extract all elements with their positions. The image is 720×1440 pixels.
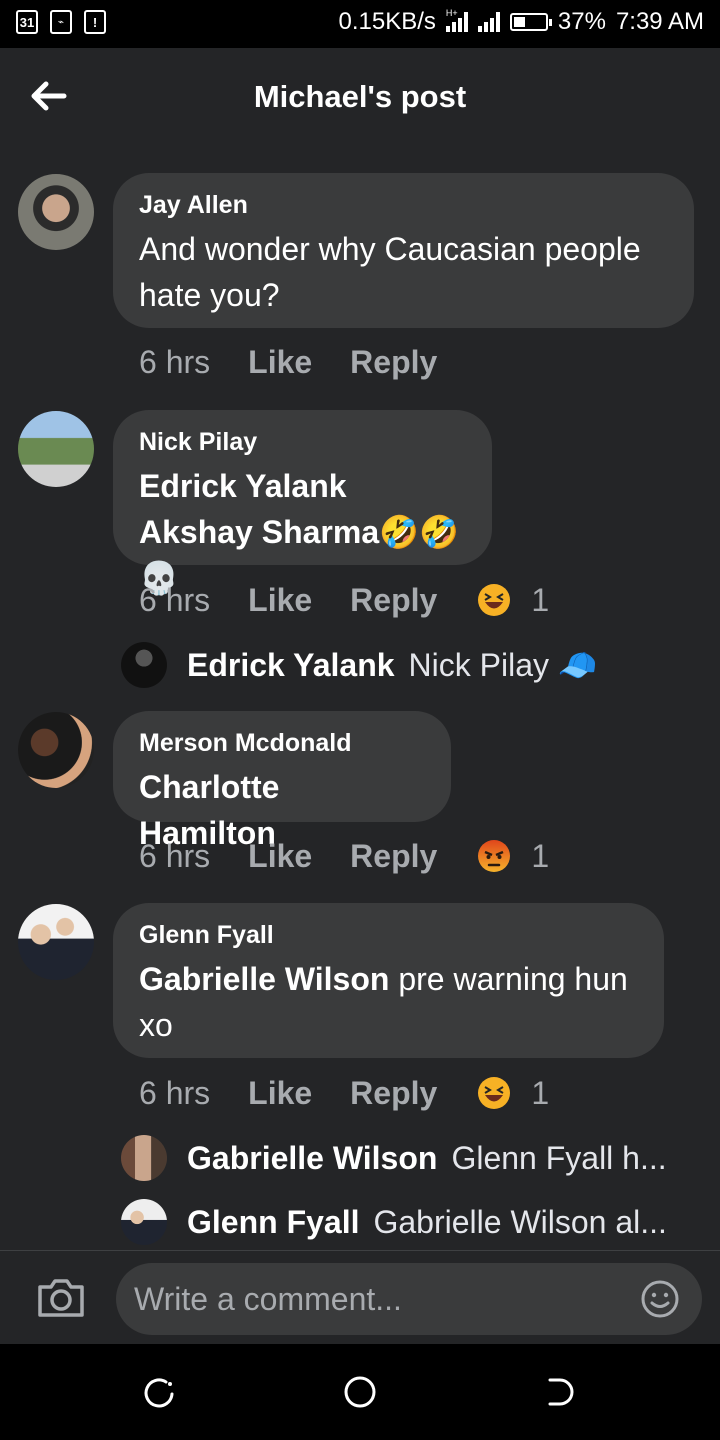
comment-actions: 6 hrs Like Reply 1 xyxy=(139,581,549,619)
comment-author[interactable]: Nick Pilay xyxy=(139,428,466,457)
comment-text: Gabrielle Wilson pre warning hun xo xyxy=(139,956,638,1048)
status-bar: 31 ⌁ ! 0.15KB/s H+ 37% 7:39 AM xyxy=(0,0,720,48)
reply-button[interactable]: Reply xyxy=(350,582,437,619)
comment-text: And wonder why Caucasian people hate you… xyxy=(139,231,641,313)
mention-link[interactable]: Edrick Yalank Akshay Sharma xyxy=(139,468,379,550)
reply-button[interactable]: Reply xyxy=(350,838,437,875)
reply-preview[interactable]: Gabrielle Wilson Glenn Fyall h... xyxy=(121,1135,667,1181)
camera-icon[interactable] xyxy=(36,1277,86,1319)
reply-preview[interactable]: Edrick Yalank Nick Pilay 🧢 xyxy=(121,642,598,688)
clock: 7:39 AM xyxy=(615,8,704,35)
avatar xyxy=(121,642,167,688)
comment-time: 6 hrs xyxy=(139,344,211,380)
signal-icon xyxy=(477,12,500,32)
angry-face-icon[interactable] xyxy=(475,837,513,875)
reply-author[interactable]: Gabrielle Wilson xyxy=(187,1140,437,1177)
comment-bubble[interactable]: Merson Mcdonald Charlotte Hamilton xyxy=(113,711,451,851)
back-nav-icon[interactable] xyxy=(542,1374,578,1410)
calendar-icon: 31 xyxy=(16,10,38,34)
reply-text: Gabrielle Wilson al... xyxy=(373,1203,667,1240)
comment-time: 6 hrs xyxy=(139,837,211,874)
avatar[interactable] xyxy=(18,411,94,487)
cast-icon: ⌁ xyxy=(50,10,72,34)
battery-percent: 37% xyxy=(557,8,606,35)
avatar xyxy=(121,1135,167,1181)
battery-icon xyxy=(509,13,552,31)
recents-icon[interactable] xyxy=(142,1374,178,1410)
like-button[interactable]: Like xyxy=(248,582,312,619)
home-icon[interactable] xyxy=(342,1374,378,1410)
avatar[interactable] xyxy=(18,712,94,788)
network-type: H+ xyxy=(445,8,458,18)
reply-button[interactable]: Reply xyxy=(350,1075,437,1112)
like-button[interactable]: Like xyxy=(248,838,312,875)
comment-placeholder: Write a comment... xyxy=(134,1280,402,1317)
comment-actions: 6 hrs Like Reply xyxy=(139,344,475,381)
alert-icon: ! xyxy=(84,10,106,34)
emoji-icon[interactable] xyxy=(640,1279,680,1319)
avatar xyxy=(121,1199,167,1245)
reaction-count: 1 xyxy=(531,1074,550,1111)
comment-author[interactable]: Jay Allen xyxy=(139,191,668,220)
reply-preview[interactable]: Glenn Fyall Gabrielle Wilson al... xyxy=(121,1199,667,1245)
mobile-data-icon: H+ xyxy=(445,8,468,32)
comment-actions: 6 hrs Like Reply 1 xyxy=(139,1074,549,1112)
mention-link[interactable]: Gabrielle Wilson xyxy=(139,961,389,997)
comment-actions: 6 hrs Like Reply 1 xyxy=(139,837,549,875)
net-speed: 0.15KB/s xyxy=(338,8,436,35)
like-button[interactable]: Like xyxy=(248,344,312,381)
system-nav-bar xyxy=(0,1344,720,1440)
reaction-count: 1 xyxy=(531,581,550,618)
comment-bubble[interactable]: Jay Allen And wonder why Caucasian peopl… xyxy=(113,173,694,328)
like-button[interactable]: Like xyxy=(248,1075,312,1112)
laughing-face-icon[interactable] xyxy=(475,1074,513,1112)
comment-time: 6 hrs xyxy=(139,1074,211,1111)
page-title: Michael's post xyxy=(253,79,467,114)
reply-text: Glenn Fyall h... xyxy=(451,1139,667,1176)
post-header: Michael's post xyxy=(0,48,720,146)
comment-author[interactable]: Merson Mcdonald xyxy=(139,729,425,758)
comment-bubble[interactable]: Nick Pilay Edrick Yalank Akshay Sharma🤣🤣… xyxy=(113,410,492,596)
comment-composer: Write a comment... xyxy=(0,1250,720,1345)
reaction-count: 1 xyxy=(531,837,550,874)
comment-author[interactable]: Glenn Fyall xyxy=(139,921,638,950)
reply-text: Nick Pilay 🧢 xyxy=(408,647,598,683)
comment-input[interactable]: Write a comment... xyxy=(116,1263,702,1335)
comments-list: Jay Allen And wonder why Caucasian peopl… xyxy=(0,146,720,1250)
reply-author[interactable]: Edrick Yalank xyxy=(187,647,395,684)
avatar[interactable] xyxy=(18,904,94,980)
reply-button[interactable]: Reply xyxy=(350,344,437,381)
avatar[interactable] xyxy=(18,174,94,250)
comment-bubble[interactable]: Glenn Fyall Gabrielle Wilson pre warning… xyxy=(113,903,664,1058)
comment-time: 6 hrs xyxy=(139,581,211,618)
laughing-face-icon[interactable] xyxy=(475,581,513,619)
reply-author[interactable]: Glenn Fyall xyxy=(187,1204,359,1241)
